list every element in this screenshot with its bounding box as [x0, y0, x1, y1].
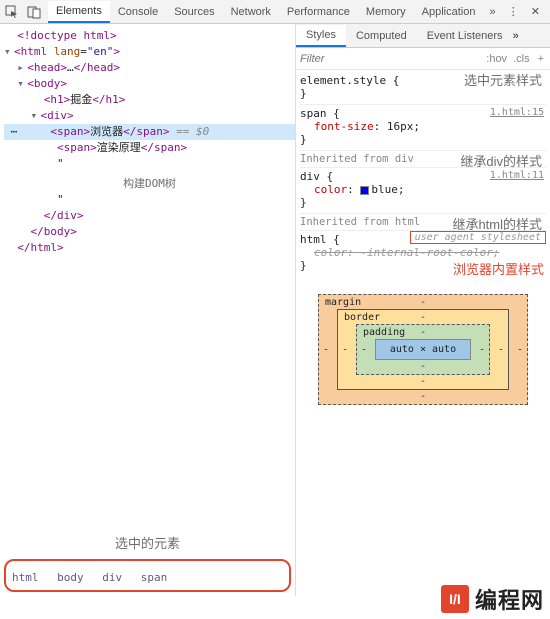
hov-toggle[interactable]: :hov — [486, 53, 507, 65]
box-model[interactable]: margin - - - - border - - - - padding - … — [318, 294, 528, 405]
selected-node[interactable]: ⋯ <span>浏览器</span> == $0 — [4, 124, 295, 140]
styles-pane: element.style { } 选中元素样式 1.html:15 span … — [296, 70, 550, 407]
dom-tree[interactable]: <!doctype html> ▾<html lang="en"> ▸<head… — [0, 24, 295, 559]
more-subtabs-icon[interactable]: » — [513, 30, 519, 42]
box-model-content: auto × auto — [375, 339, 471, 360]
tab-sources[interactable]: Sources — [166, 2, 222, 22]
tab-performance[interactable]: Performance — [279, 2, 358, 22]
color-swatch-icon[interactable] — [360, 186, 369, 195]
tab-elements[interactable]: Elements — [48, 1, 110, 23]
crumb-html[interactable]: html — [12, 571, 39, 584]
annotation-builtin: 浏览器内置样式 — [453, 259, 544, 278]
close-icon[interactable]: ✕ — [525, 5, 546, 18]
watermark: I/I 编程网 — [441, 583, 544, 615]
text-node: 构建DOM树 — [4, 172, 295, 192]
subtab-styles[interactable]: Styles — [296, 25, 346, 47]
annotation-selected-style: 选中元素样式 — [464, 70, 542, 89]
new-rule-icon[interactable]: + — [536, 53, 546, 65]
more-tabs-icon[interactable]: » — [483, 6, 501, 18]
source-link[interactable]: 1.html:11 — [490, 170, 544, 181]
cls-toggle[interactable]: .cls — [513, 53, 530, 65]
user-agent-stylesheet-label: user agent stylesheet — [410, 231, 546, 244]
breadcrumb[interactable]: html body div span — [12, 571, 283, 584]
doctype: <!doctype html> — [17, 29, 116, 42]
logo-icon: I/I — [441, 585, 469, 613]
subtab-computed[interactable]: Computed — [346, 26, 417, 46]
tab-memory[interactable]: Memory — [358, 2, 414, 22]
crumb-div[interactable]: div — [102, 571, 122, 584]
kebab-menu-icon[interactable]: ⋮ — [502, 5, 525, 18]
tab-application[interactable]: Application — [414, 2, 484, 22]
tab-network[interactable]: Network — [223, 2, 279, 22]
crumb-body[interactable]: body — [57, 571, 84, 584]
subtab-eventlisteners[interactable]: Event Listeners — [417, 26, 513, 46]
breadcrumb-highlight: html body div span — [4, 559, 291, 592]
crumb-span[interactable]: span — [141, 571, 168, 584]
source-link[interactable]: 1.html:15 — [490, 107, 544, 118]
logo-text: 编程网 — [475, 583, 544, 615]
device-icon[interactable] — [26, 4, 42, 20]
annotation-selected-element: 选中的元素 — [0, 533, 295, 552]
filter-input[interactable] — [300, 53, 480, 65]
inspect-icon[interactable] — [4, 4, 20, 20]
tab-console[interactable]: Console — [110, 2, 166, 22]
